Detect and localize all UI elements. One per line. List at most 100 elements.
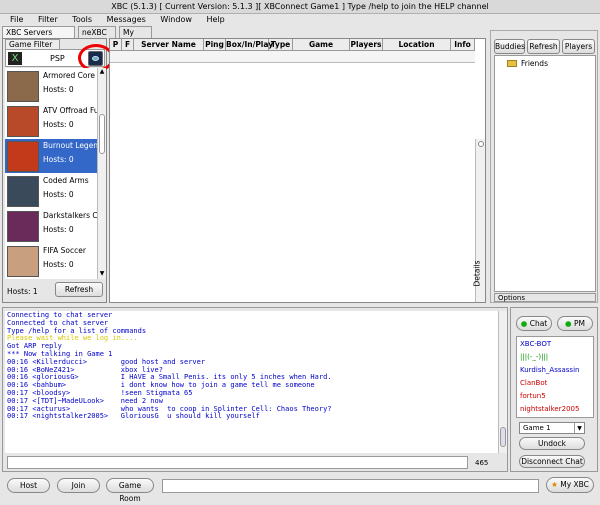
game-hosts: Hosts: 0	[43, 260, 74, 269]
menu-tools[interactable]: Tools	[72, 15, 92, 24]
game-name: FIFA Soccer	[43, 246, 86, 255]
game-list-item[interactable]: ATV Offroad Fury Hosts: 0	[5, 104, 97, 138]
game-cover-image	[7, 211, 39, 242]
chat-toggle-button[interactable]: ● Chat	[516, 316, 552, 331]
star-icon: ★	[551, 480, 558, 489]
game-name: Burnout Legends	[43, 141, 97, 150]
details-circle-icon[interactable]	[478, 141, 484, 147]
game-cover-image	[7, 246, 39, 277]
scroll-thumb[interactable]	[99, 114, 105, 154]
game-list-item[interactable]: Burnout Legends Hosts: 0	[5, 139, 97, 173]
options-bar[interactable]: Options	[494, 293, 596, 302]
game-hosts: Hosts: 0	[43, 190, 74, 199]
game-room-button[interactable]: Game Room	[106, 478, 154, 503]
buddies-tree: Friends	[494, 55, 596, 292]
refresh-games-button[interactable]: Refresh	[55, 282, 103, 297]
game-list-item[interactable]: FIFA Soccer Hosts: 0	[5, 244, 97, 278]
chat-line: Please wait while we log in....	[7, 334, 138, 343]
game-cover-image	[7, 71, 39, 102]
chat-input[interactable]	[7, 456, 468, 469]
chat-user[interactable]: XBC-BOT	[520, 340, 551, 348]
disconnect-chat-button[interactable]: Disconnect Chat	[519, 455, 585, 468]
col-ping[interactable]: Ping	[204, 39, 226, 51]
channel-select-value: Game 1	[523, 424, 551, 432]
chat-users-panel: ● Chat ● PM XBC-BOT |||(-_-)||| Kurdish_As…	[510, 307, 598, 472]
my-xbc-button[interactable]: ★ My XBC	[546, 477, 594, 493]
tab-my-xbc[interactable]: My XBC	[119, 26, 152, 48]
menu-help[interactable]: Help	[206, 15, 224, 24]
col-server-name[interactable]: Server Name	[134, 39, 204, 51]
col-game[interactable]: Game	[293, 39, 350, 51]
game-list-item[interactable]: Darkstalkers Chronicle Hosts: 0	[5, 209, 97, 243]
game-list-scrollbar[interactable]: ▲ ▼	[97, 68, 106, 279]
pm-status-icon: ●	[565, 319, 572, 328]
details-label[interactable]: Details	[473, 260, 482, 286]
chat-panel: Connecting to chat server Connected to ch…	[2, 307, 508, 472]
chat-button-label: Chat	[529, 319, 548, 328]
players-tab[interactable]: Players	[562, 39, 595, 54]
scroll-down-icon[interactable]: ▼	[99, 270, 105, 277]
col-p[interactable]: P	[110, 39, 122, 51]
game-list: Armored Core Hosts: 0 ATV Offroad Fury Host…	[5, 68, 97, 279]
window-title: XBC (5.1.3) [ Current Version: 5.1.3 ][ …	[0, 0, 600, 14]
my-xbc-label: My XBC	[560, 480, 589, 489]
scroll-up-icon[interactable]: ▲	[99, 68, 105, 75]
chat-user[interactable]: Kurdish_Assassin	[520, 366, 579, 374]
game-filter-panel: Game Filter X PSP Armored Core Hosts: 0 AT…	[2, 38, 114, 303]
game-hosts: Hosts: 0	[43, 225, 74, 234]
game-name: Darkstalkers Chronicle	[43, 211, 97, 220]
platform-selector[interactable]: X PSP	[5, 44, 114, 72]
game-cover-image	[7, 106, 39, 137]
chat-user[interactable]: |||(-_-)|||	[520, 353, 548, 361]
col-info[interactable]: Info	[451, 39, 475, 51]
col-f[interactable]: F	[122, 39, 134, 51]
buddies-panel: Buddies Refresh Players Friends Options	[490, 30, 598, 303]
chat-user-list: XBC-BOT |||(-_-)||| Kurdish_Assassin ClanBo…	[516, 336, 594, 418]
folder-icon	[507, 60, 517, 67]
details-bar[interactable]: Details	[473, 139, 485, 302]
col-players[interactable]: Players	[350, 39, 383, 51]
game-list-item[interactable]: Armored Core Hosts: 0	[5, 69, 97, 103]
friends-folder-label[interactable]: Friends	[521, 59, 548, 68]
menu-window[interactable]: Window	[160, 15, 192, 24]
chat-user[interactable]: nightstalker2005	[520, 405, 579, 413]
buddies-refresh-button[interactable]: Refresh	[527, 39, 560, 54]
tab-nexbc-lan[interactable]: neXBC Lan	[78, 26, 116, 48]
xbox-icon[interactable]: X	[8, 52, 22, 65]
chat-log: Connecting to chat server Connected to ch…	[5, 311, 498, 453]
undock-button[interactable]: Undock	[519, 437, 585, 450]
pm-toggle-button[interactable]: ● PM	[557, 316, 593, 331]
buddies-tab[interactable]: Buddies	[494, 39, 525, 54]
table-row[interactable]	[110, 51, 475, 63]
chat-user[interactable]: fortun5	[520, 392, 546, 400]
game-name: ATV Offroad Fury	[43, 106, 97, 115]
game-cover-image	[7, 176, 39, 207]
hosts-count: Hosts: 1	[7, 287, 38, 296]
channel-select[interactable]: Game 1 ▼	[519, 422, 585, 434]
game-filter-label: Game Filter	[5, 39, 60, 49]
tab-xbc-servers[interactable]: XBC Servers (classic)	[2, 26, 75, 48]
host-button[interactable]: Host	[7, 478, 50, 493]
menu-messages[interactable]: Messages	[107, 15, 146, 24]
game-list-item[interactable]: Coded Arms Hosts: 0	[5, 174, 97, 208]
platform-label: PSP	[50, 54, 65, 63]
chat-status-icon: ●	[520, 319, 528, 328]
game-hosts: Hosts: 0	[43, 85, 74, 94]
game-hosts: Hosts: 0	[43, 155, 74, 164]
col-type[interactable]: Type	[269, 39, 293, 51]
game-name: Coded Arms	[43, 176, 89, 185]
menu-filter[interactable]: Filter	[38, 15, 58, 24]
chat-scroll-thumb[interactable]	[500, 427, 506, 447]
game-hosts: Hosts: 0	[43, 120, 74, 129]
col-box-in-play[interactable]: Box/In/Play	[226, 39, 273, 51]
char-count: 465	[475, 459, 489, 467]
command-input[interactable]	[162, 479, 539, 493]
col-location[interactable]: Location	[383, 39, 451, 51]
bottom-toolbar: Host Join Game Room ★ My XBC	[0, 474, 600, 503]
chat-user[interactable]: ClanBot	[520, 379, 547, 387]
menu-file[interactable]: File	[10, 15, 23, 24]
chat-scrollbar[interactable]	[498, 311, 507, 453]
chevron-down-icon[interactable]: ▼	[574, 423, 584, 433]
join-button[interactable]: Join	[57, 478, 100, 493]
server-table: P F Server Name Ping Box/In/Play Type Ga…	[109, 38, 486, 303]
